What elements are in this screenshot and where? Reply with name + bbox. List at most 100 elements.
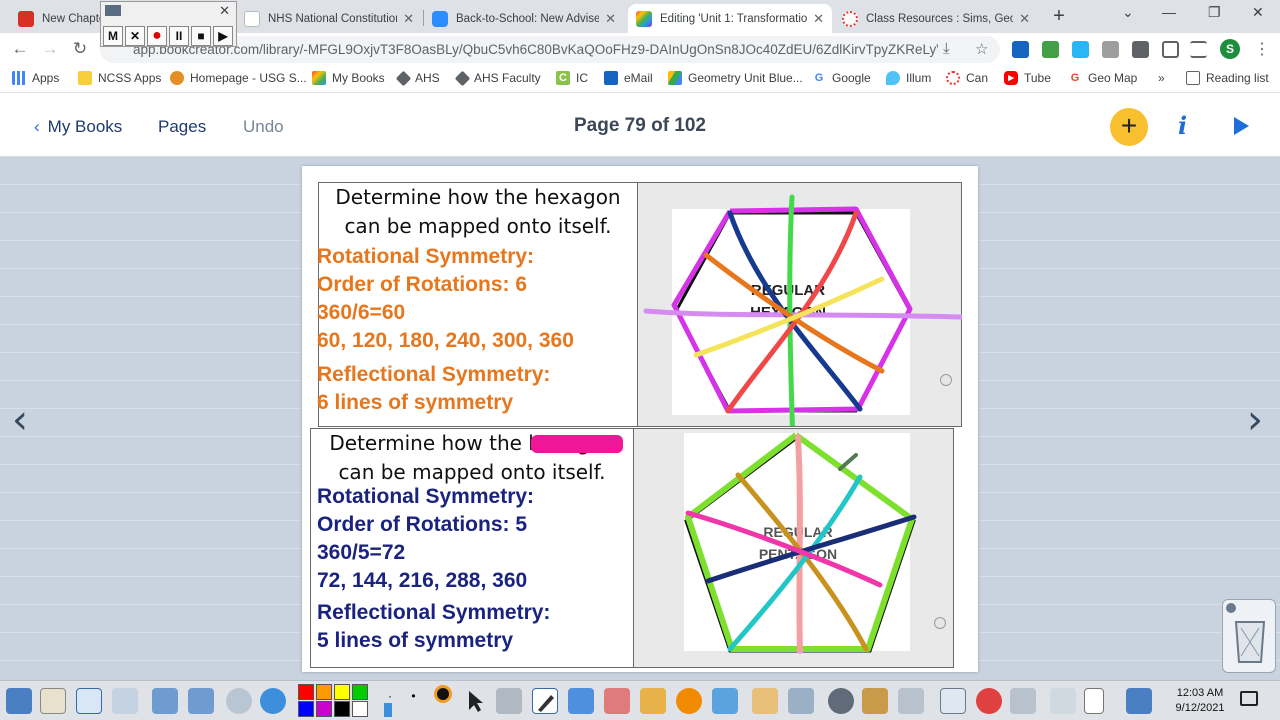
system-clock[interactable]: 12:03 AM 9/12/2021 bbox=[1168, 686, 1232, 716]
extension-icon[interactable] bbox=[1072, 41, 1089, 58]
tools-icon[interactable] bbox=[496, 688, 522, 714]
measurement-icon[interactable] bbox=[940, 688, 966, 714]
minimize-button[interactable]: — bbox=[1162, 4, 1176, 20]
recorder-m-button[interactable]: M bbox=[103, 26, 123, 46]
recorder-close-button[interactable]: ✕ bbox=[219, 3, 230, 19]
reading-list-button[interactable]: Reading list bbox=[1186, 71, 1269, 85]
document-icon[interactable] bbox=[1084, 688, 1104, 714]
cast-icon[interactable] bbox=[1162, 41, 1179, 58]
extension-icon[interactable] bbox=[1102, 41, 1119, 58]
undo-icon[interactable] bbox=[1010, 688, 1036, 714]
pen-size-slider[interactable] bbox=[384, 703, 392, 717]
tab-editing-unit1[interactable]: Editing 'Unit 1: Transformatio ✕ bbox=[628, 4, 832, 33]
bookmark-illum[interactable]: Illum bbox=[886, 71, 931, 85]
line-icon[interactable] bbox=[712, 688, 738, 714]
install-icon[interactable]: ⤓ bbox=[943, 40, 950, 57]
add-button[interactable]: + bbox=[1110, 108, 1148, 146]
smart-board-icon[interactable] bbox=[1126, 688, 1152, 714]
bookmark-apps[interactable]: Apps bbox=[12, 71, 59, 85]
restore-button[interactable]: ❐ bbox=[1208, 4, 1221, 21]
media-icon[interactable] bbox=[1190, 41, 1207, 58]
recorder-record-button[interactable]: ● bbox=[147, 26, 167, 46]
close-icon[interactable]: ✕ bbox=[1019, 11, 1030, 27]
view-screens-icon[interactable] bbox=[6, 688, 32, 714]
more-bookmarks-button[interactable]: » bbox=[1158, 71, 1165, 85]
pentagon-image[interactable]: REGULAR PENTAGON bbox=[633, 429, 953, 667]
tab-nhs-constitution[interactable]: NHS National Constitution | N ✕ bbox=[236, 4, 422, 33]
new-tab-button[interactable]: + bbox=[1048, 5, 1070, 27]
attachment-handle[interactable] bbox=[940, 374, 952, 386]
bookmark-geo-map[interactable]: G Geo Map bbox=[1068, 71, 1137, 85]
back-arrow-icon[interactable]: ← bbox=[10, 39, 30, 59]
previous-page-arrow-icon[interactable]: ‹ bbox=[12, 397, 28, 443]
forward-arrow-icon[interactable]: → bbox=[40, 39, 60, 59]
close-icon[interactable]: ✕ bbox=[605, 11, 616, 27]
bookmark-ahs[interactable]: AHS bbox=[395, 70, 440, 86]
bookmark-ic[interactable]: C IC bbox=[556, 71, 588, 85]
shapes-icon[interactable] bbox=[676, 688, 702, 714]
extension-icon[interactable] bbox=[1012, 41, 1029, 58]
reload-icon[interactable]: ↻ bbox=[70, 39, 90, 59]
bookmark-ahs-faculty[interactable]: AHS Faculty bbox=[454, 70, 541, 86]
extension-icon[interactable] bbox=[1042, 41, 1059, 58]
tab-back-to-school[interactable]: Back-to-School: New Adviser ✕ bbox=[424, 4, 624, 33]
next-icon[interactable] bbox=[188, 688, 214, 714]
ink-icon[interactable] bbox=[76, 688, 102, 714]
hexagon-panel[interactable]: Determine how the hexagon can be mapped … bbox=[317, 182, 962, 427]
window-close-button[interactable]: ✕ bbox=[1252, 4, 1264, 21]
bookmark-ncss-apps[interactable]: NCSS Apps bbox=[78, 71, 161, 85]
play-media-icon[interactable] bbox=[226, 688, 252, 714]
play-icon[interactable] bbox=[1234, 117, 1249, 135]
recorder-pause-button[interactable]: II bbox=[169, 26, 189, 46]
bookmark-google[interactable]: G Google bbox=[812, 71, 871, 85]
bookmark-canvas[interactable]: Can bbox=[946, 71, 988, 85]
bookmark-star-icon[interactable]: ☆ bbox=[975, 40, 988, 58]
highlighter-icon[interactable] bbox=[568, 688, 594, 714]
bookmark-youtube[interactable]: ▸ Tube bbox=[1004, 71, 1051, 85]
color-blue-swatch[interactable] bbox=[298, 701, 314, 717]
gallery-icon[interactable] bbox=[752, 688, 778, 714]
bookmark-email[interactable]: eMail bbox=[604, 71, 653, 85]
puzzle-icon[interactable] bbox=[1132, 41, 1149, 58]
magic-pen-icon[interactable] bbox=[828, 688, 854, 714]
tab-new-chapter[interactable]: New Chapte bbox=[10, 4, 110, 33]
camera-icon[interactable] bbox=[898, 688, 924, 714]
pen-icon[interactable] bbox=[532, 688, 558, 714]
close-icon[interactable]: ✕ bbox=[813, 11, 824, 27]
book-page[interactable]: Determine how the hexagon can be mapped … bbox=[302, 166, 978, 672]
color-white-swatch[interactable] bbox=[352, 701, 368, 717]
bookmark-geometry-unit[interactable]: Geometry Unit Blue... bbox=[668, 71, 803, 85]
video-icon[interactable] bbox=[788, 688, 814, 714]
color-purple-swatch[interactable] bbox=[316, 701, 332, 717]
tab-class-resources[interactable]: Class Resources : Sims, Geom ✕ bbox=[834, 4, 1038, 33]
recorder-stop-button[interactable]: ■ bbox=[191, 26, 211, 46]
recorder-icon[interactable] bbox=[862, 688, 888, 714]
pen-size-large[interactable] bbox=[434, 685, 452, 703]
attachment-handle[interactable] bbox=[934, 617, 946, 629]
hexagon-image[interactable]: REGULAR HEXAGON bbox=[637, 183, 962, 426]
profile-avatar[interactable]: S bbox=[1220, 39, 1240, 59]
select-arrow-icon[interactable] bbox=[462, 688, 488, 714]
info-icon[interactable]: i bbox=[1178, 111, 1187, 140]
redo-icon[interactable] bbox=[1050, 688, 1076, 714]
bookmark-homepage-usg[interactable]: Homepage - USG S... bbox=[170, 71, 307, 85]
menu-kebab-icon[interactable]: ⋮ bbox=[1254, 39, 1270, 59]
next-page-arrow-icon[interactable]: › bbox=[1247, 397, 1263, 443]
recycle-bin-icon[interactable] bbox=[1222, 599, 1276, 673]
cursor-settings-icon[interactable] bbox=[112, 688, 138, 714]
pentagon-panel[interactable]: Determine how the hexagon can be mapped … bbox=[310, 428, 954, 668]
recorder-play-button[interactable]: ▶ bbox=[213, 26, 233, 46]
recorder-cancel-button[interactable]: ✕ bbox=[125, 26, 145, 46]
color-yellow-swatch[interactable] bbox=[334, 684, 350, 700]
tab-search-icon[interactable]: ⌄ bbox=[1122, 4, 1134, 21]
globe-icon[interactable] bbox=[260, 688, 286, 714]
color-orange-swatch[interactable] bbox=[316, 684, 332, 700]
bookmark-my-books[interactable]: My Books bbox=[312, 71, 385, 85]
notebook-icon[interactable] bbox=[40, 688, 66, 714]
previous-icon[interactable] bbox=[152, 688, 178, 714]
color-green-swatch[interactable] bbox=[352, 684, 368, 700]
eraser-icon[interactable] bbox=[604, 688, 630, 714]
close-icon[interactable]: ✕ bbox=[403, 11, 414, 27]
fill-icon[interactable] bbox=[640, 688, 666, 714]
notification-icon[interactable] bbox=[1240, 691, 1258, 706]
